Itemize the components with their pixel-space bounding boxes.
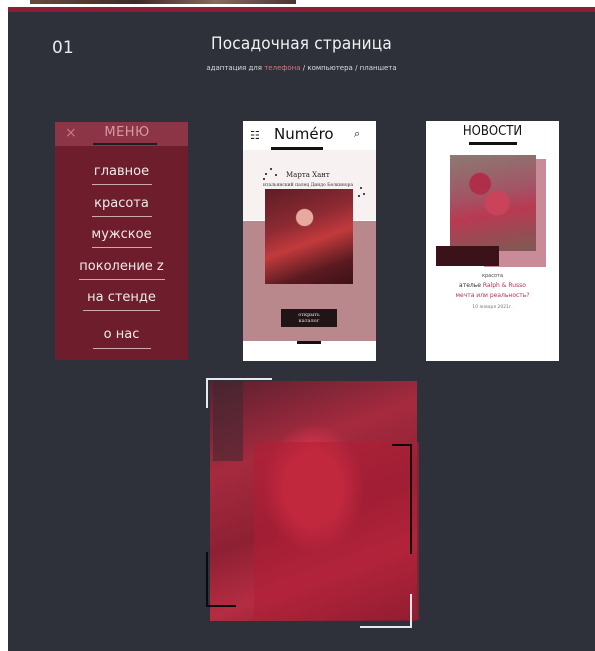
frame-dark-left	[206, 552, 208, 607]
news-phone-mockup: НОВОСТИ красота ателье Ralph & Russo меч…	[426, 121, 559, 361]
frame-corner-top	[206, 378, 208, 408]
frame-dark-left	[206, 605, 236, 607]
frame-corner-top	[206, 378, 272, 380]
subtitle-suffix: / компьютера / планшета	[300, 64, 397, 72]
menu-mockup: × МЕНЮ главное красота мужское поколение…	[55, 122, 188, 360]
menu-divider	[92, 247, 152, 248]
hero-photo	[265, 189, 353, 284]
search-icon[interactable]: ⌕	[354, 127, 360, 141]
menu-item-home[interactable]: главное	[55, 164, 188, 179]
news-title-underline	[469, 142, 517, 145]
dark-block	[436, 246, 499, 266]
open-catalog-button[interactable]: открыть каталог	[281, 309, 337, 327]
news-date: 10 января 2021г.	[472, 305, 513, 310]
close-icon[interactable]: ×	[65, 125, 77, 141]
news-headline[interactable]: ателье Ralph & Russo	[426, 282, 559, 289]
menu-item-about[interactable]: о нас	[55, 327, 188, 342]
landing-canvas: 01 Посадочная страница адаптация для тел…	[8, 7, 595, 651]
top-image-strip	[30, 0, 296, 4]
page-subtitle: адаптация для телефона / компьютера / пл…	[8, 64, 595, 72]
menu-item-men[interactable]: мужское	[55, 227, 188, 242]
numero-logo[interactable]: Numéro	[274, 125, 334, 143]
frame-corner-bottom	[410, 594, 412, 628]
page-title: Посадочная страница	[211, 34, 392, 54]
news-category: красота	[481, 273, 504, 279]
menu-divider	[92, 184, 152, 185]
menu-divider	[92, 216, 152, 217]
hamburger-icon[interactable]: ☷	[250, 129, 260, 142]
corset-photo[interactable]	[450, 155, 536, 251]
author-caption: итальянский палец Диндо Белкинора	[263, 183, 354, 188]
frame-dark-right	[410, 444, 412, 554]
menu-divider	[93, 348, 151, 349]
numero-phone-mockup: ☷ Numéro ⌕ Марта Хант итальянский палец …	[243, 121, 376, 361]
photo-shadow	[213, 381, 243, 461]
frame-corner-bottom	[360, 626, 412, 628]
menu-divider	[79, 279, 165, 280]
headline-accent: Ralph & Russo	[482, 282, 526, 289]
news-title: НОВОСТИ	[462, 124, 523, 139]
decor-dots-icon	[263, 167, 285, 181]
menu-title-underline	[93, 143, 157, 145]
headline-dark: ателье	[459, 282, 483, 289]
red-overlay	[254, 442, 419, 620]
menu-item-gen-z[interactable]: поколение z	[55, 259, 188, 274]
subtitle-accent: телефона	[264, 64, 301, 72]
news-subhead: мечта или реальность?	[455, 292, 530, 299]
frame-dark-right	[392, 444, 412, 446]
menu-item-beauty[interactable]: красота	[55, 196, 188, 211]
menu-divider	[83, 310, 160, 311]
menu-title: МЕНЮ	[104, 125, 150, 140]
decor-dots-icon	[358, 185, 376, 199]
menu-item-stand[interactable]: на стенде	[55, 290, 188, 305]
footer-bar	[297, 341, 321, 344]
button-line-2: каталог	[298, 318, 320, 324]
author-name: Марта Хант	[286, 171, 330, 179]
subtitle-prefix: адаптация для	[206, 64, 265, 72]
